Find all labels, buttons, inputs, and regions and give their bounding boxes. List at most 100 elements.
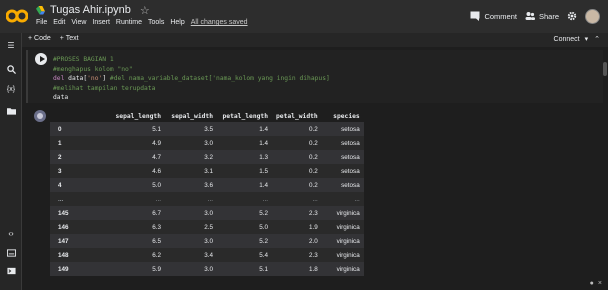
menu-file[interactable]: File (36, 19, 47, 26)
table-cell: 0.2 (272, 122, 322, 136)
code-token: 'no' (87, 75, 103, 82)
table-cell: 3.4 (165, 248, 217, 262)
menu-help[interactable]: Help (170, 19, 184, 26)
table-cell: 5.1 (110, 122, 165, 136)
table-cell: ... (110, 192, 165, 206)
table-cell: setosa (321, 164, 364, 178)
star-icon[interactable]: ☆ (140, 4, 150, 17)
row-index: 4 (50, 178, 110, 192)
search-icon[interactable] (5, 63, 17, 75)
code-token: #del nama_variable_dataset['nama_kolom y… (109, 75, 330, 82)
table-cell: setosa (321, 178, 364, 192)
variables-icon[interactable]: {x} (5, 83, 17, 95)
code-editor[interactable]: #PROSES BAGIAN 1 #menghapus kolom "no" del… (53, 55, 330, 103)
table-cell: virginica (321, 220, 364, 234)
connect-button[interactable]: Connect ▾ (554, 35, 589, 44)
table-cell: 2.3 (272, 206, 322, 220)
table-cell: ... (165, 192, 217, 206)
share-label: Share (538, 11, 559, 21)
code-line: #menghapus kolom "no" (53, 65, 330, 75)
table-cell: 0.2 (272, 178, 322, 192)
notebook-title[interactable]: Tugas Ahir.ipynb (50, 4, 131, 16)
table-cell: 5.4 (217, 248, 272, 262)
table-cell: 3.1 (165, 164, 217, 178)
code-token: #melihat tampilan terupdata (53, 84, 156, 92)
table-cell: 5.9 (110, 262, 165, 276)
close-icon[interactable]: × (598, 280, 602, 287)
table-cell: 4.9 (110, 136, 165, 150)
code-line: data (53, 93, 330, 103)
menu-insert[interactable]: Insert (92, 19, 110, 26)
table-cell: 6.3 (110, 220, 165, 234)
code-token: #PROSES BAGIAN 1 (53, 56, 114, 63)
code-token: ] (102, 75, 110, 82)
run-cell-button[interactable] (35, 53, 47, 65)
table-cell: setosa (321, 150, 364, 164)
output-icon (34, 110, 46, 122)
comment-button[interactable]: Comment (470, 11, 517, 21)
left-rail: ☰ {x} ‹› (0, 33, 22, 290)
table-cell: 4.6 (110, 164, 165, 178)
terminal-icon[interactable] (5, 265, 17, 277)
table-cell: setosa (321, 136, 364, 150)
row-index: 149 (50, 262, 110, 276)
code-snippets-icon[interactable]: ‹› (5, 227, 17, 239)
table-cell: 0.2 (272, 150, 322, 164)
table-cell: ... (217, 192, 272, 206)
table-row: 146 6.3 2.5 5.0 1.9 virginica (50, 220, 364, 234)
notebook-toolbar: + Code + Text Connect ▾ ⌃ (22, 33, 608, 47)
add-text-button[interactable]: + Text (60, 35, 79, 42)
table-cell: 0.2 (272, 136, 322, 150)
table-cell: virginica (321, 206, 364, 220)
comment-icon (470, 11, 480, 21)
table-row: 2 4.7 3.2 1.3 0.2 setosa (50, 150, 364, 164)
row-index: 1 (50, 136, 110, 150)
table-header-row: sepal_length sepal_width petal_length petal… (50, 110, 364, 122)
code-line: del data['no'] #del nama_variable_datase… (53, 74, 330, 84)
row-index: 146 (50, 220, 110, 234)
share-button[interactable]: Share (525, 11, 559, 21)
table-cell: 3.2 (165, 150, 217, 164)
scrollbar[interactable] (603, 62, 607, 76)
table-cell: 6.5 (110, 234, 165, 248)
row-index: 3 (50, 164, 110, 178)
column-header (50, 110, 110, 122)
table-cell: 5.0 (110, 178, 165, 192)
files-icon[interactable] (5, 105, 17, 117)
drive-icon (36, 5, 45, 15)
toc-icon[interactable]: ☰ (5, 39, 17, 51)
row-index: 148 (50, 248, 110, 262)
command-palette-icon[interactable] (5, 247, 17, 259)
row-index: 2 (50, 150, 110, 164)
collapse-toolbar-icon[interactable]: ⌃ (594, 35, 600, 43)
menu-runtime[interactable]: Runtime (116, 19, 142, 26)
colab-logo[interactable] (6, 8, 28, 24)
table-cell: 1.4 (217, 178, 272, 192)
code-token: data[ (68, 75, 88, 82)
table-row: 148 6.2 3.4 5.4 2.3 virginica (50, 248, 364, 262)
column-header: petal_length (222, 112, 269, 120)
people-icon (525, 12, 535, 20)
column-header: sepal_width (171, 112, 213, 120)
table-cell: 3.0 (165, 206, 217, 220)
table-row: 147 6.5 3.0 5.2 2.0 virginica (50, 234, 364, 248)
menu-view[interactable]: View (71, 19, 86, 26)
status-dot-icon: ● (589, 280, 594, 287)
table-cell: 2.3 (272, 248, 322, 262)
table-cell: 3.5 (165, 122, 217, 136)
table-cell: virginica (321, 248, 364, 262)
menu-bar: File Edit View Insert Runtime Tools Help… (36, 19, 248, 26)
table-cell: 3.0 (165, 234, 217, 248)
table-cell: 1.3 (217, 150, 272, 164)
table-cell: virginica (321, 234, 364, 248)
avatar[interactable] (585, 8, 600, 24)
save-status[interactable]: All changes saved (191, 19, 248, 26)
settings-button[interactable] (567, 11, 577, 21)
table-row: 0 5.1 3.5 1.4 0.2 setosa (50, 122, 364, 136)
table-cell: 5.0 (217, 220, 272, 234)
add-code-button[interactable]: + Code (28, 35, 51, 42)
row-index: 0 (50, 122, 110, 136)
table-body: 0 5.1 3.5 1.4 0.2 setosa 1 4.9 3.0 1.4 0.2 setosa 2 4… (50, 122, 364, 276)
menu-edit[interactable]: Edit (53, 19, 65, 26)
menu-tools[interactable]: Tools (148, 19, 164, 26)
